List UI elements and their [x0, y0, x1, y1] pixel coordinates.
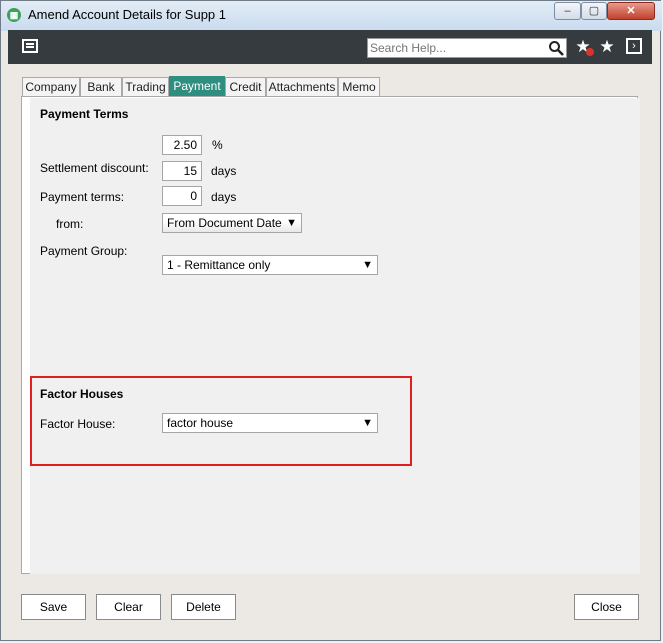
delete-button[interactable]: Delete [171, 594, 236, 620]
chevron-down-icon: ▼ [362, 417, 373, 429]
factor-houses-heading: Factor Houses [40, 387, 124, 401]
search-box[interactable] [367, 38, 567, 58]
tab-trading[interactable]: Trading [122, 77, 169, 96]
favourite-star-icon[interactable]: ★ [598, 38, 616, 56]
maximize-button[interactable]: ▢ [581, 2, 607, 20]
tab-company[interactable]: Company [22, 77, 80, 96]
discount-percent-input[interactable]: 2.50 [162, 135, 202, 155]
payment-group-value: 1 - Remittance only [167, 258, 271, 272]
app-icon: ▦ [7, 8, 21, 22]
search-input[interactable] [370, 40, 540, 56]
from-label: from: [56, 217, 84, 231]
remove-favourite-icon[interactable]: ★ [574, 38, 594, 56]
title-bar[interactable]: ▦ Amend Account Details for Supp 1 – ▢ ✕ [1, 1, 662, 31]
menu-icon[interactable] [22, 39, 38, 53]
payment-terms-label: Payment terms: [40, 190, 125, 204]
chevron-down-icon: ▼ [362, 259, 373, 271]
clear-button[interactable]: Clear [96, 594, 161, 620]
payment-terms-heading: Payment Terms [40, 107, 129, 121]
settlement-days-input[interactable]: 15 [162, 161, 202, 181]
tab-memo[interactable]: Memo [338, 77, 380, 96]
from-select-value: From Document Date [167, 216, 282, 230]
factor-house-label: Factor House: [40, 417, 116, 431]
tab-attachments[interactable]: Attachments [266, 77, 338, 96]
chevron-down-icon: ▼ [286, 217, 297, 229]
from-select[interactable]: From Document Date ▼ [162, 213, 302, 233]
close-button[interactable]: Close [574, 594, 639, 620]
toolbar: ★ ★ › [8, 30, 652, 64]
close-window-button[interactable]: ✕ [607, 2, 655, 20]
tab-bank[interactable]: Bank [80, 77, 122, 96]
factor-house-select[interactable]: factor house ▼ [162, 413, 378, 433]
save-button[interactable]: Save [21, 594, 86, 620]
search-icon[interactable] [546, 39, 566, 57]
window-title: Amend Account Details for Supp 1 [28, 7, 227, 22]
settlement-discount-label: Settlement discount: [40, 161, 149, 175]
payment-terms-days-unit: days [211, 190, 237, 204]
payment-group-select[interactable]: 1 - Remittance only ▼ [162, 255, 378, 275]
settlement-days-unit: days [211, 164, 237, 178]
factor-house-value: factor house [167, 416, 234, 430]
minimize-button[interactable]: – [554, 2, 581, 20]
payment-group-label: Payment Group: [40, 244, 128, 258]
expand-icon[interactable]: › [626, 38, 642, 54]
payment-terms-days-input[interactable]: 0 [162, 186, 202, 206]
tab-credit[interactable]: Credit [225, 77, 266, 96]
percent-unit: % [212, 138, 223, 152]
tab-payment[interactable]: Payment [169, 76, 225, 96]
